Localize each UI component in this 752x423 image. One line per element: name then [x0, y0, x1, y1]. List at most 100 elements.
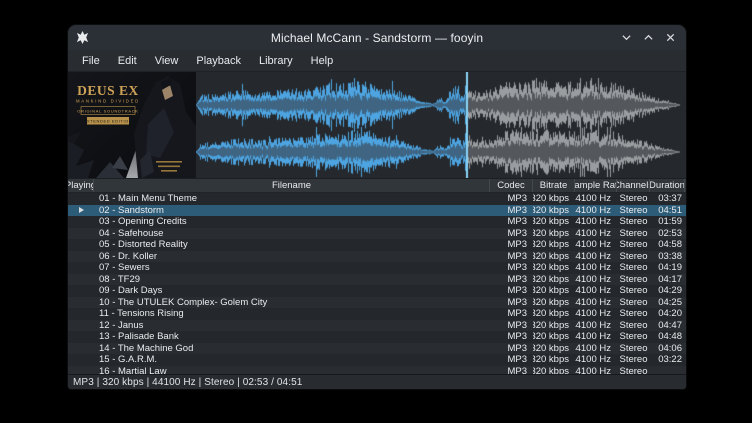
cell-bitrate: 320 kbps [533, 297, 575, 309]
cell-channels: Stereo [617, 331, 650, 343]
playlist-header: PlayingFilenameCodecBitrateSample RateCh… [68, 178, 686, 193]
fooyin-window: Michael McCann - Sandstorm — fooyin File… [68, 25, 686, 389]
waveform-seekbar[interactable] [196, 72, 686, 178]
cell-codec: MP3 [490, 343, 533, 355]
playlist-row[interactable]: 12 - JanusMP3320 kbps44100 HzStereo04:47 [68, 320, 686, 332]
edition-badge-text: EXTENDED EDITION [84, 119, 133, 124]
cell-sample-rate: 44100 Hz [575, 216, 617, 228]
now-playing-panel: DEUS EX MANKIND DIVIDED ORIGINAL SOUNDTR… [68, 72, 686, 178]
cell-duration: 03:38 [650, 251, 685, 263]
cell-playing [68, 308, 94, 320]
cell-playing [68, 216, 94, 228]
cell-codec: MP3 [490, 297, 533, 309]
menu-item-file[interactable]: File [73, 52, 109, 70]
column-header-duration[interactable]: Duration [650, 179, 685, 192]
cell-duration: 04:51 [650, 205, 685, 217]
cell-filename: 15 - G.A.R.M. [94, 354, 490, 366]
cell-channels: Stereo [617, 228, 650, 240]
playlist-row[interactable]: 08 - TF29MP3320 kbps44100 HzStereo04:17 [68, 274, 686, 286]
cell-playing [68, 331, 94, 343]
cell-playing [68, 274, 94, 286]
cell-channels: Stereo [617, 285, 650, 297]
cell-filename: 04 - Safehouse [94, 228, 490, 240]
fooyin-app-icon [76, 31, 89, 44]
playback-status-text: MP3 | 320 kbps | 44100 Hz | Stereo | 02:… [73, 377, 302, 388]
cell-filename: 08 - TF29 [94, 274, 490, 286]
menu-item-view[interactable]: View [146, 52, 188, 70]
cell-sample-rate: 44100 Hz [575, 366, 617, 375]
cell-sample-rate: 44100 Hz [575, 193, 617, 205]
cell-channels: Stereo [617, 262, 650, 274]
playlist-row[interactable]: 01 - Main Menu ThemeMP3320 kbps44100 HzS… [68, 193, 686, 205]
playlist-row[interactable]: 16 - Martial LawMP3320 kbps44100 HzStere… [68, 366, 686, 375]
menubar: FileEditViewPlaybackLibraryHelp [68, 50, 686, 72]
cell-duration: 01:59 [650, 216, 685, 228]
column-header-playing[interactable]: Playing [68, 179, 94, 192]
cell-duration: 04:48 [650, 331, 685, 343]
cell-bitrate: 320 kbps [533, 320, 575, 332]
cell-bitrate: 320 kbps [533, 228, 575, 240]
column-header-bitrate[interactable]: Bitrate [533, 179, 575, 192]
titlebar[interactable]: Michael McCann - Sandstorm — fooyin [68, 25, 686, 50]
playlist-row[interactable]: 05 - Distorted RealityMP3320 kbps44100 H… [68, 239, 686, 251]
cell-duration: 02:53 [650, 228, 685, 240]
cell-channels: Stereo [617, 216, 650, 228]
cell-channels: Stereo [617, 343, 650, 355]
cell-playing [68, 251, 94, 263]
cell-filename: 09 - Dark Days [94, 285, 490, 297]
column-header-codec[interactable]: Codec [490, 179, 533, 192]
close-icon[interactable] [662, 30, 678, 46]
playlist-row[interactable]: 11 - Tensions RisingMP3320 kbps44100 HzS… [68, 308, 686, 320]
cell-playing [68, 239, 94, 251]
cell-sample-rate: 44100 Hz [575, 354, 617, 366]
column-header-sample-rate[interactable]: Sample Rate [575, 179, 617, 192]
cell-filename: 11 - Tensions Rising [94, 308, 490, 320]
menu-item-edit[interactable]: Edit [109, 52, 146, 70]
cell-filename: 12 - Janus [94, 320, 490, 332]
cell-codec: MP3 [490, 193, 533, 205]
maximize-icon[interactable] [640, 30, 656, 46]
playlist-row[interactable]: 15 - G.A.R.M.MP3320 kbps44100 HzStereo03… [68, 354, 686, 366]
cell-channels: Stereo [617, 274, 650, 286]
cell-playing [68, 193, 94, 205]
cell-sample-rate: 44100 Hz [575, 205, 617, 217]
cell-filename: 16 - Martial Law [94, 366, 490, 375]
cell-codec: MP3 [490, 205, 533, 217]
playlist-row[interactable]: 09 - Dark DaysMP3320 kbps44100 HzStereo0… [68, 285, 686, 297]
cell-sample-rate: 44100 Hz [575, 274, 617, 286]
cell-duration: 04:19 [650, 262, 685, 274]
cell-bitrate: 320 kbps [533, 262, 575, 274]
cell-bitrate: 320 kbps [533, 366, 575, 375]
waveform-canvas[interactable] [196, 72, 686, 178]
playlist-row[interactable]: 02 - SandstormMP3320 kbps44100 HzStereo0… [68, 205, 686, 217]
playing-indicator-icon [79, 207, 84, 213]
column-header-channels[interactable]: Channels [617, 179, 650, 192]
cell-sample-rate: 44100 Hz [575, 251, 617, 263]
cell-channels: Stereo [617, 308, 650, 320]
menu-item-library[interactable]: Library [250, 52, 302, 70]
cell-filename: 01 - Main Menu Theme [94, 193, 490, 205]
menu-item-help[interactable]: Help [302, 52, 343, 70]
cell-codec: MP3 [490, 228, 533, 240]
playlist-row[interactable]: 03 - Opening CreditsMP3320 kbps44100 HzS… [68, 216, 686, 228]
window-controls [618, 30, 678, 46]
cell-bitrate: 320 kbps [533, 205, 575, 217]
playlist-row[interactable]: 10 - The UTULEK Complex- Golem CityMP332… [68, 297, 686, 309]
playlist-row[interactable]: 14 - The Machine GodMP3320 kbps44100 HzS… [68, 343, 686, 355]
cell-playing [68, 366, 94, 375]
cell-bitrate: 320 kbps [533, 239, 575, 251]
credits-line [161, 170, 177, 172]
playlist-row[interactable]: 04 - SafehouseMP3320 kbps44100 HzStereo0… [68, 228, 686, 240]
column-header-filename[interactable]: Filename [94, 179, 490, 192]
playlist-row[interactable]: 07 - SewersMP3320 kbps44100 HzStereo04:1… [68, 262, 686, 274]
playlist-row[interactable]: 06 - Dr. KollerMP3320 kbps44100 HzStereo… [68, 251, 686, 263]
playlist-row[interactable]: 13 - Palisade BankMP3320 kbps44100 HzSte… [68, 331, 686, 343]
minimize-icon[interactable] [618, 30, 634, 46]
cell-duration: 04:29 [650, 285, 685, 297]
menu-item-playback[interactable]: Playback [187, 52, 250, 70]
cell-codec: MP3 [490, 274, 533, 286]
cell-playing [68, 297, 94, 309]
cell-channels: Stereo [617, 193, 650, 205]
cell-codec: MP3 [490, 285, 533, 297]
cell-sample-rate: 44100 Hz [575, 285, 617, 297]
